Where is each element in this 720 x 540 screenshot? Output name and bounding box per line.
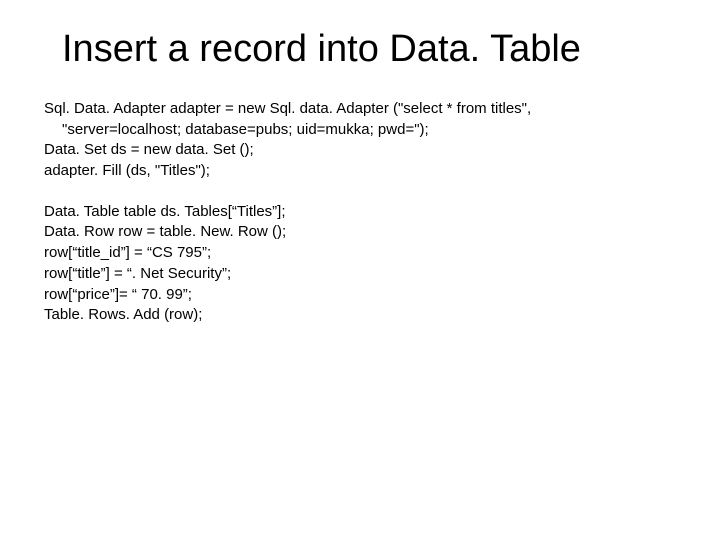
code-block-1: Sql. Data. Adapter adapter = new Sql. da… bbox=[44, 99, 676, 182]
spacer bbox=[44, 182, 676, 202]
slide-title: Insert a record into Data. Table bbox=[62, 28, 676, 71]
code-line: row[“title”] = “. Net Security”; bbox=[44, 264, 676, 285]
code-line: Data. Row row = table. New. Row (); bbox=[44, 222, 676, 243]
code-line: row[“title_id”] = “CS 795”; bbox=[44, 243, 676, 264]
code-line: Table. Rows. Add (row); bbox=[44, 305, 676, 326]
code-block-2: Data. Table table ds. Tables[“Titles”]; … bbox=[44, 202, 676, 326]
slide: Insert a record into Data. Table Sql. Da… bbox=[0, 0, 720, 540]
code-line: Data. Set ds = new data. Set (); bbox=[44, 140, 676, 161]
code-line: row[“price”]= “ 70. 99”; bbox=[44, 285, 676, 306]
code-line: "server=localhost; database=pubs; uid=mu… bbox=[44, 120, 676, 141]
code-line: Data. Table table ds. Tables[“Titles”]; bbox=[44, 202, 676, 223]
code-line: Sql. Data. Adapter adapter = new Sql. da… bbox=[44, 99, 676, 120]
code-line: adapter. Fill (ds, "Titles"); bbox=[44, 161, 676, 182]
